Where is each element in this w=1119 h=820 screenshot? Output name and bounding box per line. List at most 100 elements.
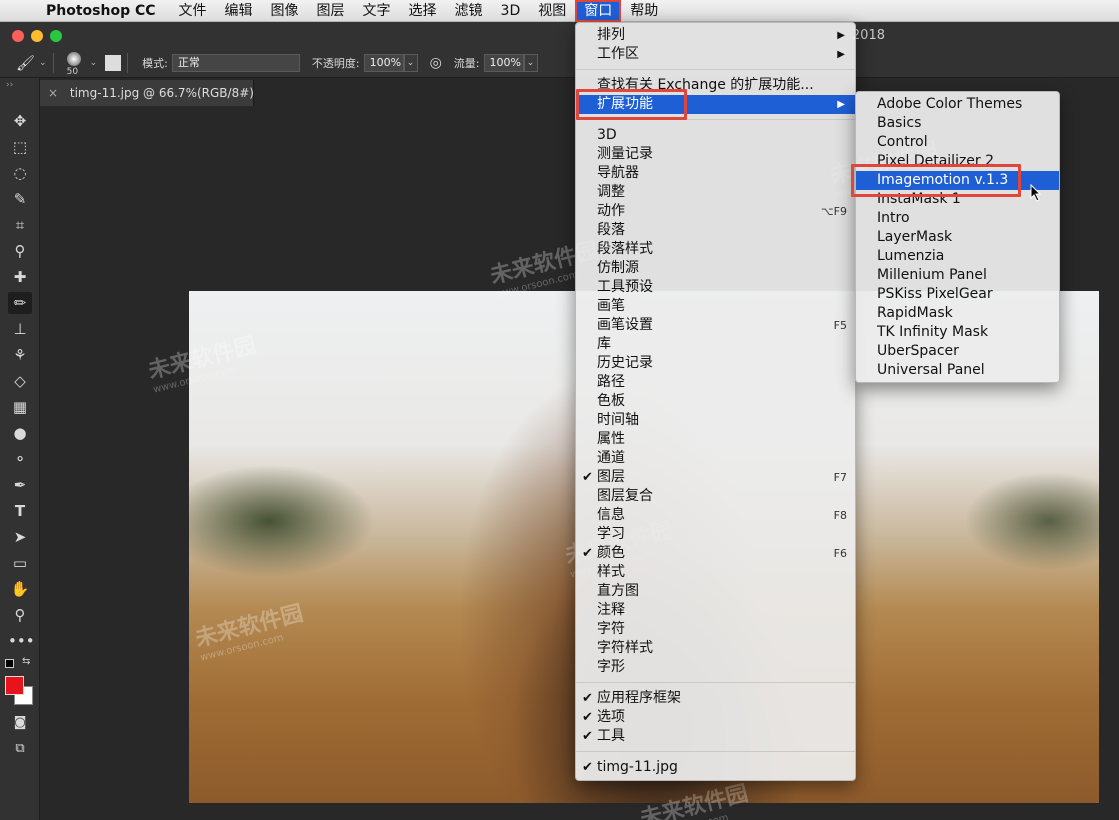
extension-pskiss-pixelgear[interactable]: PSKiss PixelGear <box>856 285 1059 304</box>
gradient-tool-icon[interactable]: ▦ <box>8 396 32 418</box>
menu-item-document[interactable]: ✔ timg-11.jpg <box>576 758 855 777</box>
brush-preset-picker[interactable]: 50 <box>60 49 88 77</box>
menu-select[interactable]: 选择 <box>400 0 446 22</box>
extension-millenium-panel[interactable]: Millenium Panel <box>856 266 1059 285</box>
extension-uberspacer[interactable]: UberSpacer <box>856 342 1059 361</box>
zoom-tool-icon[interactable]: ⚲ <box>8 604 32 626</box>
menu-item-notes[interactable]: 注释 <box>576 601 855 620</box>
menu-item-channels[interactable]: 通道 <box>576 449 855 468</box>
menu-layer[interactable]: 图层 <box>308 0 354 22</box>
mode-select[interactable]: 正常 <box>171 53 300 72</box>
menu-window[interactable]: 窗口 <box>575 0 622 22</box>
flow-dropdown[interactable]: ⌄ <box>523 53 538 72</box>
close-tab-icon[interactable]: × <box>48 86 58 100</box>
extension-intro[interactable]: Intro <box>856 209 1059 228</box>
menu-item-application-frame[interactable]: ✔ 应用程序框架 <box>576 689 855 708</box>
lasso-tool-icon[interactable]: ◌ <box>8 162 32 184</box>
menu-item-paragraph[interactable]: 段落 <box>576 221 855 240</box>
menu-item-character-styles[interactable]: 字符样式 <box>576 639 855 658</box>
blur-tool-icon[interactable]: ● <box>8 422 32 444</box>
healing-brush-tool-icon[interactable]: ✚ <box>8 266 32 288</box>
chevron-down-icon[interactable]: ⌄ <box>39 58 47 68</box>
document-tab[interactable]: × timg-11.jpg @ 66.7%(RGB/8#) <box>40 80 254 106</box>
type-tool-icon[interactable]: T <box>8 500 32 522</box>
extension-pixel-detailizer[interactable]: Pixel Detailizer 2 <box>856 152 1059 171</box>
menu-item-swatches[interactable]: 色板 <box>576 392 855 411</box>
extension-adobe-color-themes[interactable]: Adobe Color Themes <box>856 95 1059 114</box>
menu-item-paragraph-styles[interactable]: 段落样式 <box>576 240 855 259</box>
menu-item-options[interactable]: ✔ 选项 <box>576 708 855 727</box>
quick-selection-tool-icon[interactable]: ✎ <box>8 188 32 210</box>
menu-item-brushes[interactable]: 画笔 <box>576 297 855 316</box>
close-window-button[interactable] <box>12 30 24 42</box>
menu-item-clone-source[interactable]: 仿制源 <box>576 259 855 278</box>
menu-edit[interactable]: 编辑 <box>216 0 262 22</box>
menu-type[interactable]: 文字 <box>354 0 400 22</box>
menu-item-brush-settings[interactable]: 画笔设置 F5 <box>576 316 855 335</box>
menu-item-timeline[interactable]: 时间轴 <box>576 411 855 430</box>
extension-imagemotion[interactable]: Imagemotion v.1.3 <box>856 171 1059 190</box>
path-selection-tool-icon[interactable]: ➤ <box>8 526 32 548</box>
marquee-tool-icon[interactable]: ⬚ <box>8 136 32 158</box>
menu-item-info[interactable]: 信息 F8 <box>576 506 855 525</box>
menu-item-layers[interactable]: ✔ 图层 F7 <box>576 468 855 487</box>
pressure-opacity-icon[interactable]: ◎ <box>430 55 442 71</box>
extension-basics[interactable]: Basics <box>856 114 1059 133</box>
clone-stamp-tool-icon[interactable]: ⊥ <box>8 318 32 340</box>
menu-item-glyphs[interactable]: 字形 <box>576 658 855 677</box>
history-brush-tool-icon[interactable]: ⚘ <box>8 344 32 366</box>
menu-item-histogram[interactable]: 直方图 <box>576 582 855 601</box>
menu-item-layer-comps[interactable]: 图层复合 <box>576 487 855 506</box>
flow-input[interactable]: 100% <box>483 53 524 72</box>
menu-item-paths[interactable]: 路径 <box>576 373 855 392</box>
menu-item-color[interactable]: ✔ 颜色 F6 <box>576 544 855 563</box>
menu-image[interactable]: 图像 <box>262 0 308 22</box>
menu-view[interactable]: 视图 <box>529 0 575 22</box>
extension-control[interactable]: Control <box>856 133 1059 152</box>
brush-settings-icon[interactable] <box>105 54 122 71</box>
swap-colors-icon[interactable]: ⇆ <box>22 656 30 667</box>
quick-mask-icon[interactable]: ◙ <box>8 712 32 734</box>
menu-item-3d[interactable]: 3D <box>576 126 855 145</box>
extension-lumenzia[interactable]: Lumenzia <box>856 247 1059 266</box>
move-tool-icon[interactable]: ✥ <box>8 110 32 132</box>
menu-item-find-exchange[interactable]: 查找有关 Exchange 的扩展功能... <box>576 76 855 95</box>
zoom-window-button[interactable] <box>50 30 62 42</box>
menu-item-actions[interactable]: 动作 ⌥F9 <box>576 202 855 221</box>
opacity-dropdown[interactable]: ⌄ <box>403 53 418 72</box>
brush-tool-icon[interactable]: ✏ <box>8 292 32 314</box>
menu-item-adjustments[interactable]: 调整 <box>576 183 855 202</box>
menu-item-measurement-log[interactable]: 测量记录 <box>576 145 855 164</box>
menu-item-learn[interactable]: 学习 <box>576 525 855 544</box>
extension-tk-infinity-mask[interactable]: TK Infinity Mask <box>856 323 1059 342</box>
menu-item-arrange[interactable]: 排列 ▶ <box>576 26 855 45</box>
menu-item-tools[interactable]: ✔ 工具 <box>576 727 855 746</box>
panel-collapse-icon[interactable]: ›› <box>6 80 13 90</box>
menu-item-libraries[interactable]: 库 <box>576 335 855 354</box>
menu-help[interactable]: 帮助 <box>621 0 667 22</box>
menu-file[interactable]: 文件 <box>170 0 216 22</box>
menu-item-history[interactable]: 历史记录 <box>576 354 855 373</box>
extension-instamask[interactable]: InstaMask 1 <box>856 190 1059 209</box>
menu-3d[interactable]: 3D <box>492 0 530 22</box>
menu-item-properties[interactable]: 属性 <box>576 430 855 449</box>
menu-item-navigator[interactable]: 导航器 <box>576 164 855 183</box>
eyedropper-tool-icon[interactable]: ⚲ <box>8 240 32 262</box>
chevron-down-icon[interactable]: ⌄ <box>90 58 98 68</box>
crop-tool-icon[interactable]: ⌗ <box>8 214 32 236</box>
menu-item-character[interactable]: 字符 <box>576 620 855 639</box>
brush-tool-icon[interactable]: 🖌 <box>16 54 35 72</box>
eraser-tool-icon[interactable]: ◇ <box>8 370 32 392</box>
opacity-input[interactable]: 100% <box>363 53 404 72</box>
extension-layermask[interactable]: LayerMask <box>856 228 1059 247</box>
menu-item-styles[interactable]: 样式 <box>576 563 855 582</box>
pen-tool-icon[interactable]: ✒ <box>8 474 32 496</box>
menu-item-tool-presets[interactable]: 工具预设 <box>576 278 855 297</box>
minimize-window-button[interactable] <box>31 30 43 42</box>
app-name-menu[interactable]: Photoshop CC <box>46 3 156 19</box>
extension-rapidmask[interactable]: RapidMask <box>856 304 1059 323</box>
hand-tool-icon[interactable]: ✋ <box>8 578 32 600</box>
default-colors-icon[interactable] <box>5 659 14 668</box>
more-tools-icon[interactable]: ••• <box>8 630 35 652</box>
screen-mode-icon[interactable]: ⧉ <box>8 738 32 760</box>
